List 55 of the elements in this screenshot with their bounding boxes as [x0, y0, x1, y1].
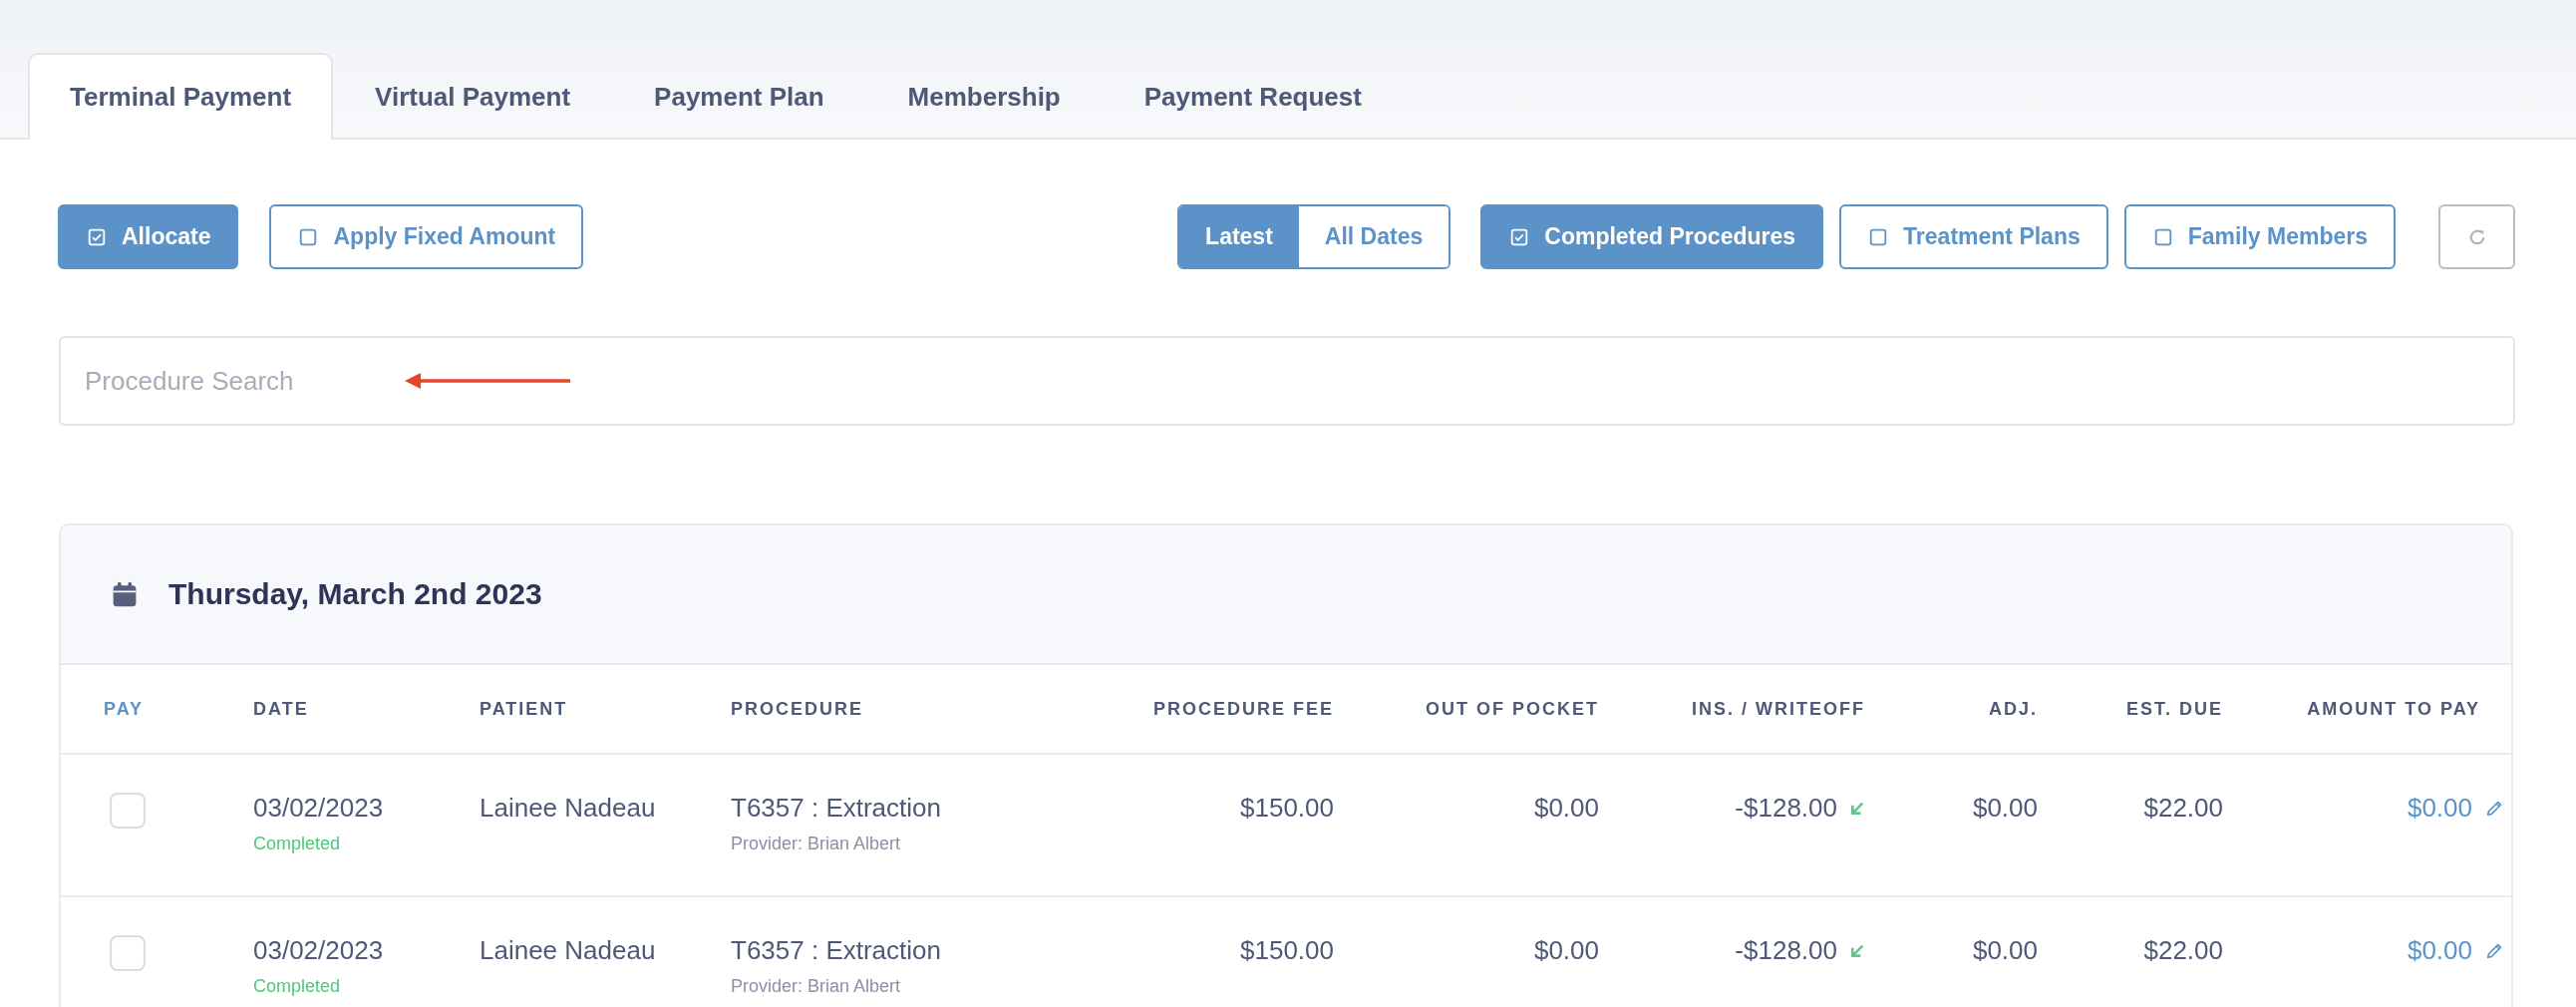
checkbox-icon: [299, 227, 318, 246]
column-header: OUT OF POCKET: [1425, 698, 1599, 720]
row-checkbox[interactable]: [110, 935, 146, 971]
out-of-pocket-cell: $0.00: [1533, 793, 1599, 824]
adjustment-cell: $0.00: [1972, 793, 2038, 824]
column-header: AMOUNT TO PAY: [2306, 698, 2481, 720]
column-header: PAY: [104, 698, 146, 720]
date-range-toggle[interactable]: Latest: [1179, 206, 1299, 267]
column-header: PATIENT: [480, 698, 569, 720]
column-header: PROCEDURE FEE: [1151, 698, 1334, 720]
option-button[interactable]: Allocate: [58, 204, 239, 269]
date-heading: Thursday, March 2nd 2023: [168, 577, 542, 611]
tab[interactable]: Terminal Payment: [28, 53, 334, 140]
tab[interactable]: Payment Plan: [612, 53, 866, 140]
filter-button[interactable]: Treatment Plans: [1839, 204, 2108, 269]
checkbox-icon: [2153, 227, 2172, 246]
procedure-cell: T6357 : Extraction: [731, 935, 941, 966]
procedure-cell: T6357 : Extraction: [731, 793, 941, 824]
checked-box-icon: [88, 227, 106, 246]
amount-cell: $0.00: [2407, 793, 2472, 824]
tab[interactable]: Membership: [865, 53, 1103, 140]
status-label: Completed: [253, 834, 341, 854]
arrow-icon: [1849, 942, 1865, 959]
patient-cell: Lainee Nadeau: [480, 793, 656, 824]
checkbox-icon: [1869, 227, 1888, 246]
search-field[interactable]: Procedure Search: [59, 336, 2515, 426]
fee-cell: $150.00: [1240, 793, 1334, 824]
patient-cell: Lainee Nadeau: [480, 935, 656, 966]
status-label: Completed: [253, 976, 341, 997]
adjustment-cell: $0.00: [1972, 935, 2038, 966]
column-header: DATE: [253, 698, 310, 720]
row-checkbox[interactable]: [110, 793, 146, 829]
est-due-cell: $22.00: [2143, 935, 2223, 966]
provider-label: Provider: Brian Albert: [731, 834, 901, 854]
option-button[interactable]: Apply Fixed Amount: [269, 204, 584, 269]
date-cell: 03/02/2023: [253, 793, 384, 824]
column-header: EST. DUE: [2124, 698, 2223, 720]
tab[interactable]: Payment Request: [1102, 53, 1404, 140]
arrow-icon: [1849, 800, 1865, 817]
out-of-pocket-cell: $0.00: [1533, 935, 1599, 966]
tab[interactable]: Virtual Payment: [333, 53, 613, 140]
fee-cell: $150.00: [1240, 935, 1334, 966]
est-due-cell: $22.00: [2143, 793, 2223, 824]
amount-cell: $0.00: [2407, 935, 2472, 966]
filter-button[interactable]: Family Members: [2123, 204, 2396, 269]
date-cell: 03/02/2023: [253, 935, 384, 966]
column-header: INS. / WRITEOFF: [1691, 698, 1865, 720]
checked-box-icon: [1510, 227, 1529, 246]
filter-button[interactable]: Completed Procedures: [1480, 204, 1824, 269]
column-header: ADJ.: [1988, 698, 2038, 720]
column-header: PROCEDURE: [731, 698, 864, 720]
writeoff-cell: -$128.00: [1735, 935, 1837, 966]
calendar-icon: [111, 580, 139, 608]
provider-label: Provider: Brian Albert: [731, 976, 901, 997]
writeoff-cell: -$128.00: [1735, 793, 1837, 824]
